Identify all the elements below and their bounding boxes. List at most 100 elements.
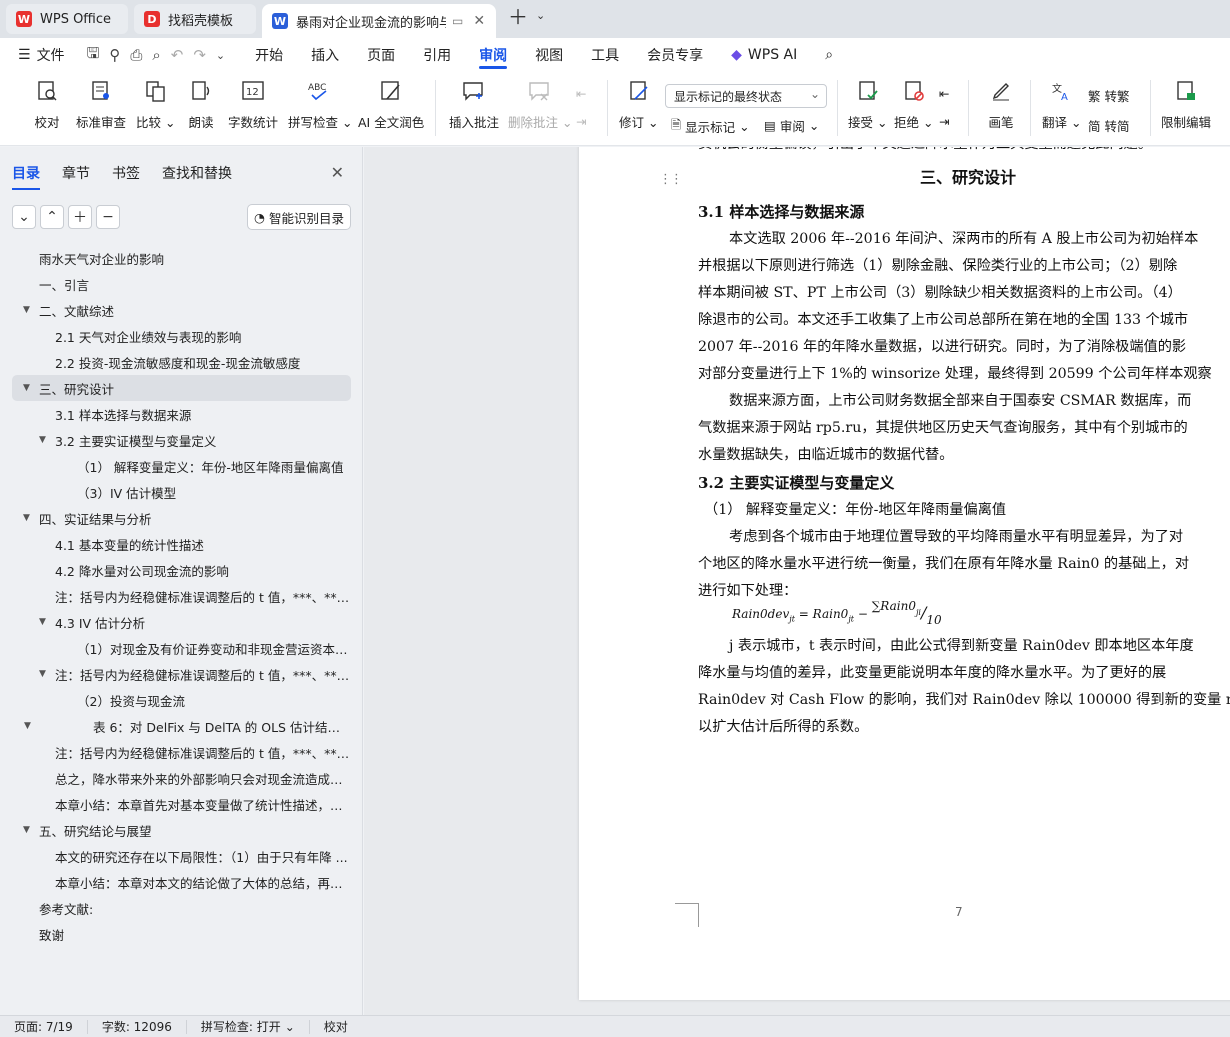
- toc-item[interactable]: ▼ 表 6：对 DelFix 与 DelTA 的 OLS 估计结果 ...: [12, 713, 351, 739]
- toc-item[interactable]: ▼ 三、研究设计: [12, 375, 351, 401]
- close-pane-icon[interactable]: ✕: [331, 163, 344, 182]
- read-aloud-button[interactable]: 朗读: [186, 76, 216, 131]
- accept-button[interactable]: 接受 ⌄: [848, 76, 887, 131]
- toc-item[interactable]: ▼ 注：括号内为经稳健标准误调整后的 t 值，***、** ...: [12, 661, 351, 687]
- expand-arrow-icon[interactable]: ▼: [39, 669, 46, 679]
- expand-arrow-icon[interactable]: ▼: [24, 721, 31, 731]
- toc-item[interactable]: ▼ 3.2 主要实证模型与变量定义: [12, 427, 351, 453]
- toc-item[interactable]: 注：括号内为经稳健标准误调整后的 t 值，***、** ...: [12, 583, 351, 609]
- tab-toc[interactable]: 目录: [12, 163, 40, 190]
- expand-arrow-icon[interactable]: ▼: [23, 513, 30, 523]
- expand-arrow-icon[interactable]: ▼: [23, 305, 30, 315]
- expand-arrow-icon[interactable]: ▼: [23, 825, 30, 835]
- prev-comment-icon[interactable]: ⇤: [576, 86, 586, 101]
- review-pane-button[interactable]: ▤ 审阅 ⌄: [764, 116, 819, 135]
- toc-item[interactable]: 总之，降水带来外来的外部影响只会对现金流造成正 ...: [12, 765, 351, 791]
- pen-button[interactable]: 画笔: [986, 76, 1016, 131]
- new-tab-icon[interactable]: ＋: [508, 1, 528, 30]
- word-count-button[interactable]: 12 字数统计: [228, 76, 278, 131]
- remove-heading-button[interactable]: −: [96, 205, 120, 229]
- toc-item[interactable]: （1） 解释变量定义：年份-地区年降雨量偏离值: [12, 453, 351, 479]
- delete-comment-button[interactable]: 删除批注 ⌄: [508, 76, 572, 131]
- toc-item[interactable]: 本章小结：本章首先对基本变量做了统计性描述，之 ...: [12, 791, 351, 817]
- next-change-icon[interactable]: ⇥: [939, 114, 949, 129]
- document-canvas[interactable]: ⋮⋮ 货机会的衡量偏误，引出了本文通过降水量作为工具变量而避免此问题。 三、研究…: [364, 147, 1230, 1015]
- menu-member[interactable]: 会员专享: [633, 38, 717, 72]
- menu-view[interactable]: 视图: [521, 38, 577, 72]
- menu-tools[interactable]: 工具: [577, 38, 633, 72]
- tab-wps-office[interactable]: W WPS Office: [6, 4, 128, 34]
- move-up-button[interactable]: ⌃: [40, 205, 64, 229]
- drag-handle-icon[interactable]: ⋮⋮: [659, 172, 683, 187]
- chevron-down-icon[interactable]: ⌄: [536, 9, 545, 22]
- compare-button[interactable]: 比较 ⌄: [136, 76, 175, 131]
- expand-arrow-icon[interactable]: ▼: [39, 435, 46, 445]
- spell-check-button[interactable]: ABC 拼写检查 ⌄: [288, 76, 352, 131]
- spell-check-status[interactable]: 拼写检查: 打开 ⌄: [187, 1019, 310, 1034]
- track-changes-button[interactable]: 修订 ⌄: [619, 76, 658, 131]
- restrict-edit-button[interactable]: 限制编辑: [1161, 76, 1211, 131]
- undo-icon[interactable]: ↶: [171, 46, 184, 64]
- markup-state-select[interactable]: 显示标记的最终状态 ⌄: [665, 84, 827, 108]
- print-preview-icon[interactable]: ⌕: [152, 46, 160, 64]
- proofread-button[interactable]: 校对: [32, 76, 62, 131]
- toc-item[interactable]: ▼ 二、文献综述: [12, 297, 351, 323]
- close-tab-icon[interactable]: ✕: [473, 13, 485, 29]
- translate-button[interactable]: 文A 翻译 ⌄: [1042, 76, 1081, 131]
- prev-change-icon[interactable]: ⇤: [939, 86, 949, 101]
- menu-page[interactable]: 页面: [353, 38, 409, 72]
- insert-comment-button[interactable]: 插入批注: [449, 76, 499, 131]
- toc-item[interactable]: 参考文献:: [12, 895, 351, 921]
- collapse-all-button[interactable]: ⌄: [12, 205, 36, 229]
- menu-review[interactable]: 审阅: [465, 38, 521, 72]
- expand-arrow-icon[interactable]: ▼: [39, 617, 46, 627]
- toc-item[interactable]: （2）投资与现金流: [12, 687, 351, 713]
- to-simplified-button[interactable]: 简转简: [1088, 116, 1130, 135]
- toc-item[interactable]: 一、引言: [12, 271, 351, 297]
- toc-item[interactable]: 本文的研究还存在以下局限性：（1）由于只有年降 ...: [12, 843, 351, 869]
- tab-bookmarks[interactable]: 书签: [112, 163, 140, 183]
- tab-chapters[interactable]: 章节: [62, 163, 90, 183]
- redo-icon[interactable]: ↷: [193, 46, 206, 64]
- proofread-status[interactable]: 校对: [310, 1020, 362, 1034]
- ai-polish-button[interactable]: AI 全文润色: [358, 76, 424, 131]
- save-icon[interactable]: 🖫: [87, 43, 100, 68]
- page-indicator[interactable]: 页面: 7/19: [0, 1019, 88, 1034]
- search-button[interactable]: ⌕: [811, 38, 847, 72]
- menu-reference[interactable]: 引用: [409, 38, 465, 72]
- toc-item[interactable]: ▼ 四、实证结果与分析: [12, 505, 351, 531]
- menu-insert[interactable]: 插入: [297, 38, 353, 72]
- expand-arrow-icon[interactable]: ▼: [23, 383, 30, 393]
- show-markup-button[interactable]: 🗎 显示标记 ⌄: [671, 116, 750, 137]
- format-painter-icon[interactable]: ⚲: [109, 46, 120, 64]
- print-icon[interactable]: ⎙: [130, 46, 142, 64]
- toc-item[interactable]: 致谢: [12, 921, 351, 947]
- toc-item[interactable]: ▼ 五、研究结论与展望: [12, 817, 351, 843]
- file-menu[interactable]: ☰ 文件: [0, 38, 79, 72]
- more-chevron-icon[interactable]: ⌄: [216, 49, 225, 62]
- tab-find-replace[interactable]: 查找和替换: [162, 163, 232, 183]
- toc-item[interactable]: 4.2 降水量对公司现金流的影响: [12, 557, 351, 583]
- menu-start[interactable]: 开始: [241, 38, 297, 72]
- standard-review-button[interactable]: 标准审查: [76, 76, 126, 131]
- menu-wps-ai[interactable]: ◆ WPS AI: [717, 38, 811, 72]
- tab-current-document[interactable]: W 暴雨对企业现金流的影响与企 ▭ ✕: [262, 4, 496, 38]
- toc-item[interactable]: 本章小结：本章对本文的结论做了大体的总结，再次 ...: [12, 869, 351, 895]
- toc-item[interactable]: （1）对现金及有价证券变动和非现金营运资本变 ...: [12, 635, 351, 661]
- toc-item[interactable]: 雨水天气对企业的影响: [12, 245, 351, 271]
- reject-button[interactable]: 拒绝 ⌄: [894, 76, 933, 131]
- toc-item[interactable]: 3.1 样本选择与数据来源: [12, 401, 351, 427]
- smart-toc-button[interactable]: ◔ 智能识别目录: [247, 204, 351, 230]
- tab-docer-templates[interactable]: D 找稻壳模板: [134, 4, 256, 34]
- toc-item[interactable]: 4.1 基本变量的统计性描述: [12, 531, 351, 557]
- toc-item[interactable]: 2.1 天气对企业绩效与表现的影响: [12, 323, 351, 349]
- word-count-indicator[interactable]: 字数: 12096: [88, 1019, 187, 1034]
- document-page[interactable]: ⋮⋮ 货机会的衡量偏误，引出了本文通过降水量作为工具变量而避免此问题。 三、研究…: [579, 147, 1230, 1000]
- to-traditional-button[interactable]: 繁转繁: [1088, 86, 1130, 105]
- next-comment-icon[interactable]: ⇥: [576, 114, 586, 129]
- toc-item[interactable]: 注：括号内为经稳健标准误调整后的 t 值，***、** ...: [12, 739, 351, 765]
- toc-item[interactable]: 2.2 投资-现金流敏感度和现金-现金流敏感度: [12, 349, 351, 375]
- toc-item[interactable]: ▼ 4.3 IV 估计分析: [12, 609, 351, 635]
- monitor-icon[interactable]: ▭: [452, 14, 463, 28]
- toc-item[interactable]: （3）IV 估计模型: [12, 479, 351, 505]
